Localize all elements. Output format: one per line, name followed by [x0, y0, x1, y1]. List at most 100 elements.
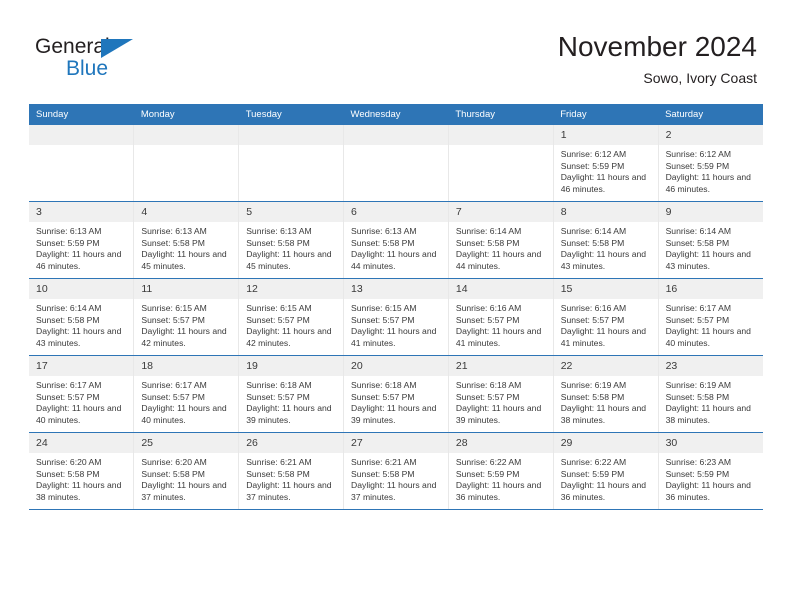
calendar-day-cell[interactable]: 18 Sunrise: 6:17 AM Sunset: 5:57 PM Dayligh… — [133, 355, 239, 433]
page-subtitle: Sowo, Ivory Coast — [643, 70, 757, 86]
sunrise-text: Sunrise: 6:18 AM — [455, 380, 522, 390]
sunrise-text: Sunrise: 6:15 AM — [351, 303, 417, 313]
sunrise-text: Sunrise: 6:16 AM — [560, 303, 627, 313]
calendar-day-cell[interactable]: 14 Sunrise: 6:16 AM Sunset: 5:57 PM Dayligh… — [447, 278, 554, 356]
day-cell-inner — [134, 125, 239, 201]
daylight-text: Daylight: 11 hours and 36 minutes. — [455, 480, 542, 502]
calendar-day-cell[interactable]: 15 Sunrise: 6:16 AM Sunset: 5:57 PM Dayligh… — [552, 278, 659, 356]
sunset-text: Sunset: 5:59 PM — [665, 468, 730, 479]
calendar-day-cell[interactable]: 12 Sunrise: 6:15 AM Sunset: 5:57 PM Dayligh… — [238, 278, 344, 356]
calendar-day-cell[interactable]: 7 Sunrise: 6:14 AM Sunset: 5:58 PM Daylight… — [447, 201, 554, 279]
day-cell-inner: 30 Sunrise: 6:23 AM Sunset: 5:59 PM Dayligh… — [658, 433, 763, 509]
day-cell-inner: 20 Sunrise: 6:18 AM Sunset: 5:57 PM Dayligh… — [344, 356, 448, 432]
sunset-text: Sunset: 5:57 PM — [560, 314, 625, 325]
sunrise-text: Sunrise: 6:15 AM — [141, 303, 207, 313]
daylight-text: Daylight: 11 hours and 44 minutes. — [455, 249, 542, 271]
daylight-text: Daylight: 11 hours and 40 minutes. — [36, 403, 122, 425]
logo-text-general: General — [35, 35, 110, 58]
calendar-day-cell[interactable]: 25 Sunrise: 6:20 AM Sunset: 5:58 PM Dayligh… — [133, 432, 239, 510]
daylight-text: Daylight: 11 hours and 37 minutes. — [141, 480, 227, 502]
calendar-day-cell[interactable]: 26 Sunrise: 6:21 AM Sunset: 5:58 PM Dayligh… — [238, 432, 344, 510]
calendar-day-cell[interactable]: 3 Sunrise: 6:13 AM Sunset: 5:59 PM Daylight… — [29, 201, 134, 279]
day-cell-inner: 10 Sunrise: 6:14 AM Sunset: 5:58 PM Dayligh… — [29, 279, 134, 355]
calendar-empty-cell — [447, 125, 554, 202]
day-sun-info: Sunrise: 6:15 AM Sunset: 5:57 PM Daylight:… — [134, 299, 238, 349]
day-number: 18 — [134, 356, 239, 376]
title-block: November 2024 Sowo, Ivory Coast — [558, 30, 757, 88]
calendar-day-cell[interactable]: 13 Sunrise: 6:15 AM Sunset: 5:57 PM Dayligh… — [343, 278, 449, 356]
weekday-header-sunday: Sunday — [29, 104, 134, 125]
day-cell-inner: 22 Sunrise: 6:19 AM Sunset: 5:58 PM Dayligh… — [553, 356, 658, 432]
day-number: 4 — [134, 202, 239, 222]
day-number: 9 — [658, 202, 763, 222]
day-sun-info: Sunrise: 6:17 AM Sunset: 5:57 PM Daylight:… — [29, 376, 133, 426]
calendar-day-cell[interactable]: 8 Sunrise: 6:14 AM Sunset: 5:58 PM Daylight… — [552, 201, 659, 279]
day-number — [448, 125, 553, 145]
day-cell-inner: 7 Sunrise: 6:14 AM Sunset: 5:58 PM Daylight… — [448, 202, 553, 278]
weekday-header-saturday: Saturday — [658, 104, 763, 125]
calendar-day-cell[interactable]: 23 Sunrise: 6:19 AM Sunset: 5:58 PM Dayligh… — [657, 355, 763, 433]
calendar-week-row: 17 Sunrise: 6:17 AM Sunset: 5:57 PM Dayligh… — [29, 355, 763, 433]
calendar-day-cell[interactable]: 10 Sunrise: 6:14 AM Sunset: 5:58 PM Dayligh… — [29, 278, 134, 356]
day-cell-inner: 12 Sunrise: 6:15 AM Sunset: 5:57 PM Dayligh… — [239, 279, 344, 355]
sunrise-text: Sunrise: 6:13 AM — [351, 226, 417, 236]
sunrise-text: Sunrise: 6:23 AM — [665, 457, 732, 467]
sunset-text: Sunset: 5:58 PM — [246, 468, 310, 479]
blue-triangle-icon — [101, 39, 133, 58]
sunset-text: Sunset: 5:59 PM — [455, 468, 520, 479]
day-cell-inner: 29 Sunrise: 6:22 AM Sunset: 5:59 PM Dayligh… — [553, 433, 658, 509]
day-cell-inner — [239, 125, 344, 201]
calendar-day-cell[interactable]: 21 Sunrise: 6:18 AM Sunset: 5:57 PM Dayligh… — [447, 355, 554, 433]
calendar-body: 1 Sunrise: 6:12 AM Sunset: 5:59 PM Daylight… — [29, 125, 763, 510]
calendar-day-cell[interactable]: 1 Sunrise: 6:12 AM Sunset: 5:59 PM Daylight… — [552, 125, 659, 202]
weekday-header-friday: Friday — [553, 104, 659, 125]
day-number: 22 — [553, 356, 658, 376]
day-sun-info: Sunrise: 6:14 AM Sunset: 5:58 PM Daylight:… — [659, 222, 763, 272]
day-number: 12 — [239, 279, 344, 299]
day-number: 6 — [344, 202, 448, 222]
calendar-day-cell[interactable]: 17 Sunrise: 6:17 AM Sunset: 5:57 PM Dayligh… — [29, 355, 134, 433]
calendar-day-cell[interactable]: 2 Sunrise: 6:12 AM Sunset: 5:59 PM Daylight… — [657, 125, 763, 202]
sunrise-text: Sunrise: 6:18 AM — [246, 380, 312, 390]
day-sun-info: Sunrise: 6:15 AM Sunset: 5:57 PM Daylight:… — [239, 299, 343, 349]
calendar-day-cell[interactable]: 5 Sunrise: 6:13 AM Sunset: 5:58 PM Daylight… — [238, 201, 344, 279]
day-number: 24 — [29, 433, 134, 453]
calendar-day-cell[interactable]: 20 Sunrise: 6:18 AM Sunset: 5:57 PM Dayligh… — [343, 355, 449, 433]
page-title: November 2024 — [557, 31, 757, 62]
daylight-text: Daylight: 11 hours and 37 minutes. — [246, 480, 332, 502]
calendar-day-cell[interactable]: 27 Sunrise: 6:21 AM Sunset: 5:58 PM Dayligh… — [343, 432, 449, 510]
day-cell-inner: 16 Sunrise: 6:17 AM Sunset: 5:57 PM Dayligh… — [658, 279, 763, 355]
calendar-day-cell[interactable]: 28 Sunrise: 6:22 AM Sunset: 5:59 PM Dayligh… — [447, 432, 554, 510]
calendar-day-cell[interactable]: 22 Sunrise: 6:19 AM Sunset: 5:58 PM Dayligh… — [552, 355, 659, 433]
day-number: 20 — [344, 356, 448, 376]
calendar-day-cell[interactable]: 11 Sunrise: 6:15 AM Sunset: 5:57 PM Dayligh… — [133, 278, 239, 356]
daylight-text: Daylight: 11 hours and 39 minutes. — [351, 403, 437, 425]
calendar-week-row: 1 Sunrise: 6:12 AM Sunset: 5:59 PM Daylight… — [29, 125, 763, 202]
day-cell-inner: 11 Sunrise: 6:15 AM Sunset: 5:57 PM Dayligh… — [134, 279, 239, 355]
day-number — [134, 125, 239, 145]
calendar-day-cell[interactable]: 24 Sunrise: 6:20 AM Sunset: 5:58 PM Dayligh… — [29, 432, 134, 510]
day-number: 11 — [134, 279, 239, 299]
calendar-day-cell[interactable]: 16 Sunrise: 6:17 AM Sunset: 5:57 PM Dayligh… — [657, 278, 763, 356]
calendar-day-cell[interactable]: 9 Sunrise: 6:14 AM Sunset: 5:58 PM Daylight… — [657, 201, 763, 279]
calendar-day-cell[interactable]: 29 Sunrise: 6:22 AM Sunset: 5:59 PM Dayligh… — [552, 432, 659, 510]
calendar-day-cell[interactable]: 6 Sunrise: 6:13 AM Sunset: 5:58 PM Daylight… — [343, 201, 449, 279]
day-number: 3 — [29, 202, 134, 222]
day-sun-info: Sunrise: 6:17 AM Sunset: 5:57 PM Daylight:… — [659, 299, 763, 349]
day-number: 5 — [239, 202, 344, 222]
general-blue-logo[interactable]: General Blue — [35, 36, 175, 86]
day-number: 15 — [553, 279, 658, 299]
sunset-text: Sunset: 5:57 PM — [36, 391, 100, 402]
calendar-day-cell[interactable]: 4 Sunrise: 6:13 AM Sunset: 5:58 PM Daylight… — [133, 201, 239, 279]
day-cell-inner: 9 Sunrise: 6:14 AM Sunset: 5:58 PM Daylight… — [658, 202, 763, 278]
day-cell-inner: 18 Sunrise: 6:17 AM Sunset: 5:57 PM Dayligh… — [134, 356, 239, 432]
day-number — [239, 125, 344, 145]
day-sun-info: Sunrise: 6:18 AM Sunset: 5:57 PM Daylight:… — [239, 376, 343, 426]
daylight-text: Daylight: 11 hours and 43 minutes. — [36, 326, 122, 348]
calendar-day-cell[interactable]: 19 Sunrise: 6:18 AM Sunset: 5:57 PM Dayligh… — [238, 355, 344, 433]
day-cell-inner: 19 Sunrise: 6:18 AM Sunset: 5:57 PM Dayligh… — [239, 356, 344, 432]
calendar-day-cell[interactable]: 30 Sunrise: 6:23 AM Sunset: 5:59 PM Dayligh… — [657, 432, 763, 510]
day-number: 10 — [29, 279, 134, 299]
daylight-text: Daylight: 11 hours and 46 minutes. — [560, 172, 647, 194]
sunrise-text: Sunrise: 6:19 AM — [560, 380, 627, 390]
